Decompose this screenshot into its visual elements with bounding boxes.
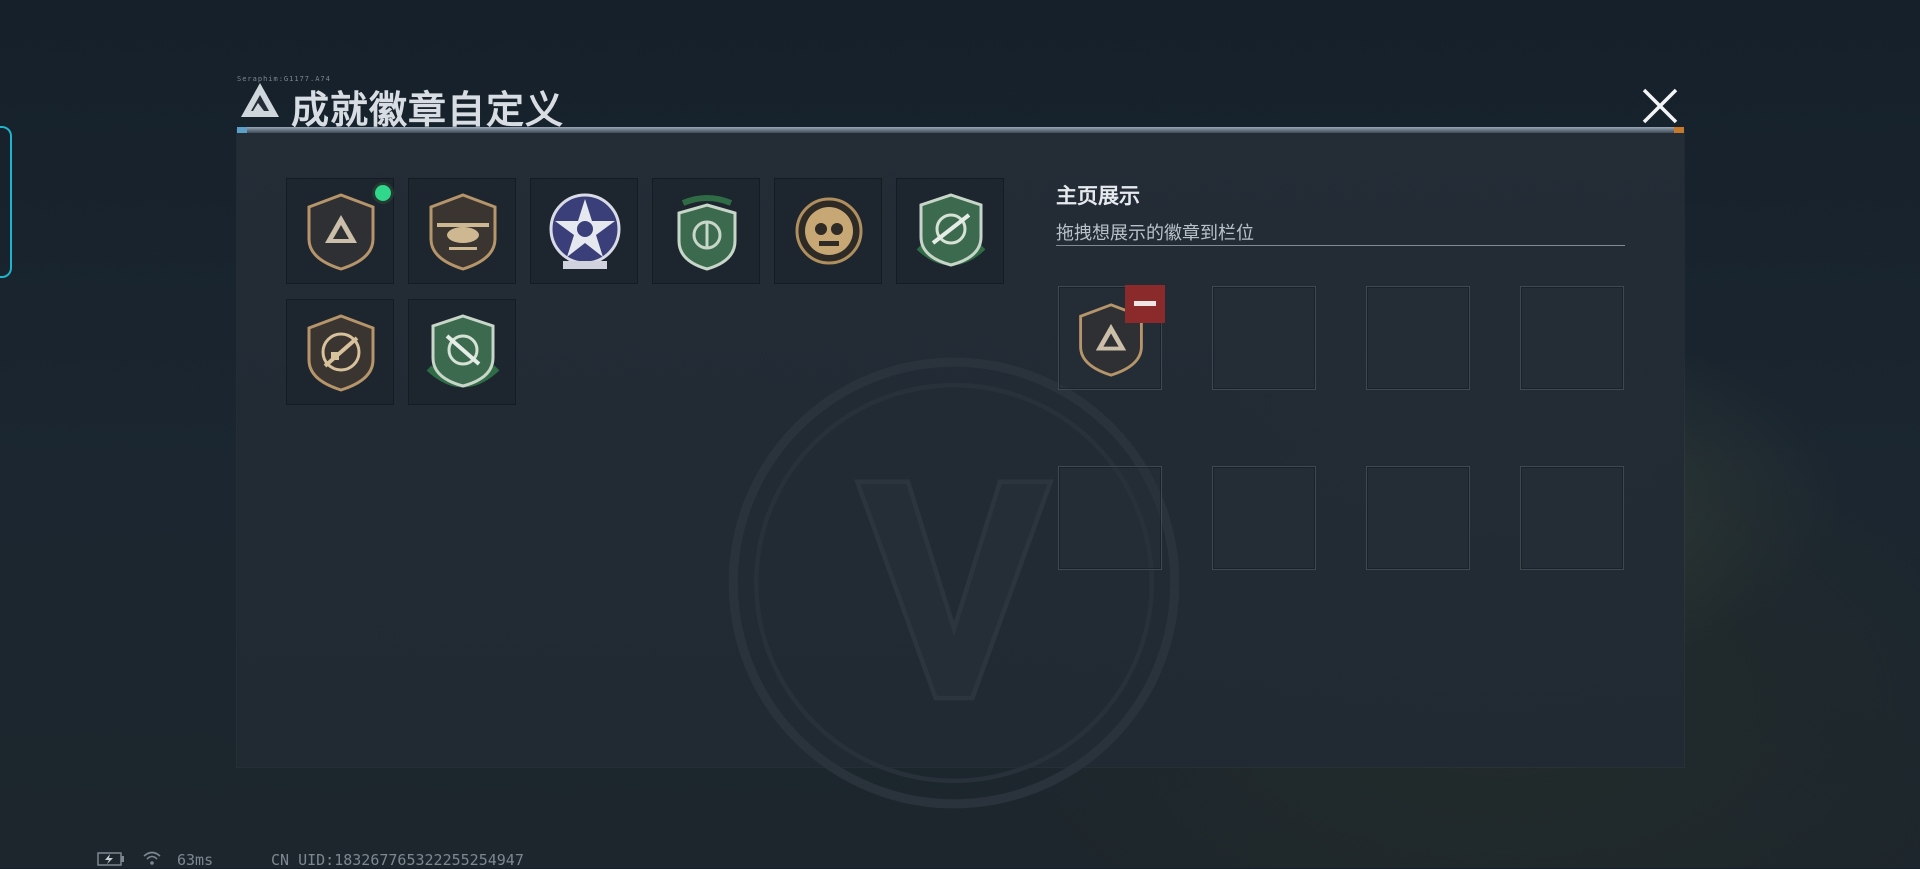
showcase-slot[interactable] (1520, 466, 1624, 570)
badge-item[interactable] (408, 178, 516, 284)
showcase-header: 主页展示 拖拽想展示的徽章到栏位 (1056, 180, 1625, 246)
side-panel-tab[interactable] (0, 126, 12, 278)
ping-value: 63ms (177, 851, 214, 869)
badge-item[interactable] (286, 178, 394, 284)
showcase-slot[interactable] (1366, 466, 1470, 570)
showcase-title: 主页展示 (1056, 185, 1140, 208)
background-emblem-icon (728, 357, 1180, 809)
gold-rifle-badge-icon (307, 314, 375, 392)
triangle-shield-badge-icon (307, 193, 375, 271)
title-divider (237, 127, 1684, 133)
showcase-slot[interactable] (1366, 286, 1470, 390)
showcase-slot[interactable] (1058, 285, 1165, 390)
badge-item[interactable] (896, 178, 1004, 284)
badge-item[interactable] (530, 178, 638, 284)
close-button[interactable] (1638, 84, 1682, 128)
gold-skull-badge-icon (795, 197, 863, 265)
battery-charging-icon (97, 852, 124, 866)
triangle-logo-icon (241, 83, 279, 117)
uid-text: CN UID:1832677653222552549​47 (271, 851, 524, 869)
showcase-slot[interactable] (1212, 286, 1316, 390)
badge-item[interactable] (652, 178, 760, 284)
green-rifle-crosshair-badge-icon (916, 193, 986, 267)
badge-item[interactable] (286, 299, 394, 405)
dialog-title: 成就徽章自定义 (291, 90, 565, 132)
green-crest-badge-icon (677, 195, 737, 271)
badge-item[interactable] (774, 178, 882, 284)
helicopter-shield-badge-icon (429, 193, 497, 271)
showcase-divider (1056, 245, 1625, 246)
showcase-slot[interactable] (1520, 286, 1624, 390)
star-badge-icon (549, 193, 621, 269)
badge-item[interactable] (408, 299, 516, 405)
showcase-slot[interactable] (1212, 466, 1316, 570)
dialog-title-bar: Seraphim:G1177.A74 成就徽章自定义 (237, 75, 1684, 133)
selected-indicator (375, 185, 391, 201)
showcase-subtitle: 拖拽想展示的徽章到栏位 (1056, 223, 1254, 243)
green-knife-crosshair-badge-icon (426, 314, 500, 388)
remove-badge-button[interactable] (1125, 285, 1165, 323)
showcase-slot[interactable] (1058, 466, 1162, 570)
wifi-icon (143, 851, 161, 865)
close-icon (1642, 88, 1678, 124)
